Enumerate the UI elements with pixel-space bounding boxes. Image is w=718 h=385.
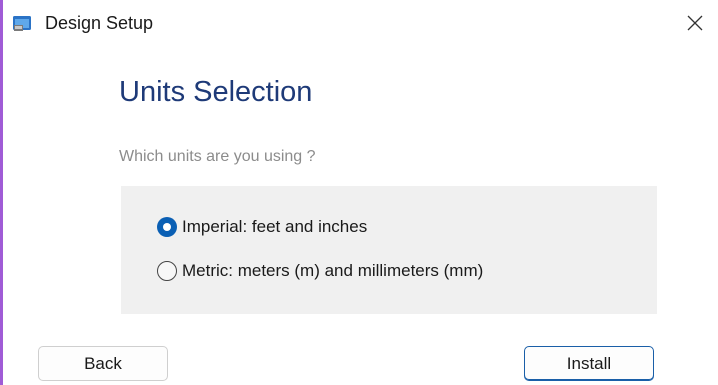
setup-dialog: Design Setup Units Selection Which units… [0, 0, 718, 385]
imperial-units-option[interactable]: Imperial: feet and inches [157, 215, 367, 239]
units-options-panel: Imperial: feet and inches Metric: meters… [121, 186, 657, 314]
metric-radio-button[interactable] [157, 261, 177, 281]
metric-option-label: Metric: meters (m) and millimeters (mm) [182, 261, 484, 280]
imperial-option-label: Imperial: feet and inches [182, 217, 368, 236]
page-title: Units Selection [119, 76, 313, 108]
title-bar: Design Setup [3, 0, 718, 46]
units-question: Which units are you using ? [119, 148, 316, 165]
install-button[interactable]: Install [524, 346, 654, 381]
installer-app-icon [13, 16, 31, 31]
close-icon [687, 15, 703, 31]
back-button[interactable]: Back [38, 346, 168, 381]
metric-units-option[interactable]: Metric: meters (m) and millimeters (mm) [157, 259, 483, 283]
close-button[interactable] [672, 0, 718, 46]
window-title: Design Setup [45, 13, 154, 33]
imperial-radio-button[interactable] [157, 217, 177, 237]
